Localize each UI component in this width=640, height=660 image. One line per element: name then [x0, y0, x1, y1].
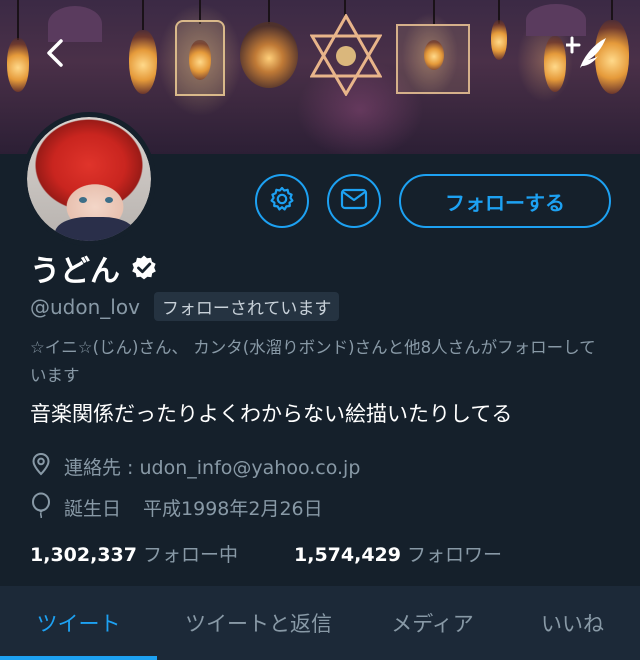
location-pin-icon — [30, 452, 52, 481]
follow-button[interactable]: フォローする — [399, 174, 611, 228]
following-link[interactable]: 1,302,337 フォロー中 — [30, 540, 238, 567]
contact-row: 連絡先 : udon_info@yahoo.co.jp — [30, 452, 360, 481]
tab-likes[interactable]: いいね — [505, 586, 640, 660]
gear-icon — [268, 185, 296, 217]
chevron-left-icon[interactable] — [40, 36, 70, 70]
follows-you-badge: フォローされています — [153, 292, 340, 321]
birthday-label: 誕生日 — [64, 498, 122, 520]
lamp-decoration — [484, 0, 514, 100]
tab-media[interactable]: メディア — [360, 586, 505, 660]
handle-row: @udon_lov フォローされています — [30, 292, 340, 321]
birthday-value: 平成1998年2月26日 — [143, 498, 323, 520]
lamp-decoration — [125, 0, 161, 100]
followers-label: フォロワー — [406, 544, 502, 566]
lamp-decoration — [0, 0, 36, 100]
birthday-row: 誕生日 平成1998年2月26日 — [30, 492, 323, 523]
profile-screen: フォローする うどん @udon_lov フォローされています ☆イニ☆(じん)… — [0, 0, 640, 660]
balloon-icon — [30, 492, 52, 523]
contact-text: 連絡先 : udon_info@yahoo.co.jp — [64, 457, 361, 479]
lamp-decoration — [170, 0, 230, 110]
followers-count: 1,574,429 — [294, 544, 401, 566]
avatar[interactable] — [22, 112, 156, 246]
followed-by-text[interactable]: ☆イニ☆(じん)さん、 カンタ(水溜りボンド)さんと他8人さんがフォローしていま… — [30, 334, 610, 390]
following-label: フォロー中 — [142, 544, 238, 566]
settings-button[interactable] — [255, 174, 309, 228]
lamp-decoration — [300, 0, 390, 110]
verified-badge-icon — [130, 254, 158, 282]
lamp-decoration — [392, 0, 476, 110]
lamp-decoration — [238, 0, 300, 100]
user-handle: @udon_lov — [30, 294, 140, 319]
follow-counts-row: 1,302,337 フォロー中 1,574,429 フォロワー — [30, 540, 502, 567]
envelope-icon — [340, 187, 368, 215]
tab-tweets-and-replies[interactable]: ツイートと返信 — [157, 586, 360, 660]
message-button[interactable] — [327, 174, 381, 228]
display-name: うどん — [30, 254, 120, 289]
following-count: 1,302,337 — [30, 544, 137, 566]
display-name-row: うどん — [30, 246, 158, 290]
compose-tweet-icon[interactable] — [563, 34, 608, 72]
profile-tabs: ツイート ツイートと返信 メディア いいね — [0, 586, 640, 660]
tab-tweets[interactable]: ツイート — [0, 586, 157, 660]
bio-text: 音楽関係だったりよくわからない絵描いたりしてる — [30, 402, 513, 426]
followers-link[interactable]: 1,574,429 フォロワー — [294, 540, 502, 567]
